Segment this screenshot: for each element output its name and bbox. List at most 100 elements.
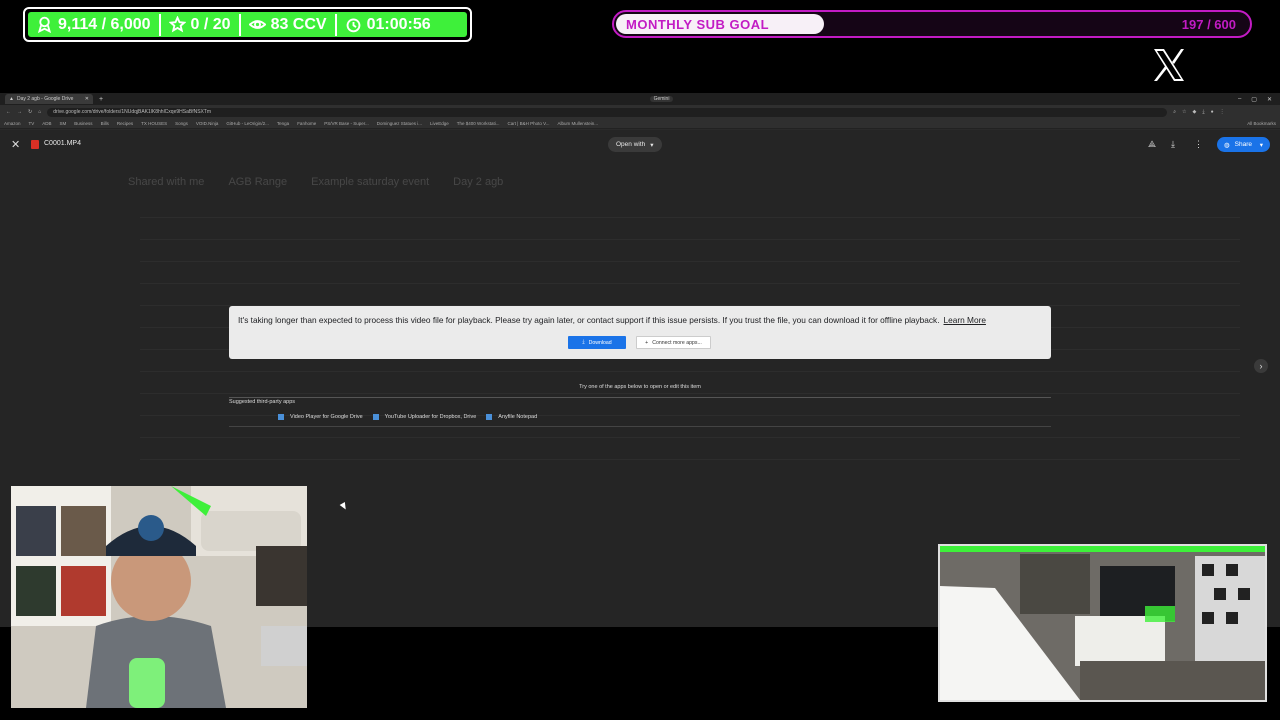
profile-icon[interactable]: ● (1211, 109, 1214, 115)
download-icon[interactable]: ⤓ (1202, 109, 1204, 115)
globe-icon: ◍ (1224, 141, 1230, 149)
app-video-player[interactable]: Video Player for Google Drive (278, 414, 363, 420)
bookmark-item[interactable]: Amazon (4, 121, 21, 126)
maximize-icon[interactable]: ▢ (1251, 96, 1257, 103)
bookmark-item[interactable]: Dominguez Statues i... (377, 121, 422, 126)
all-bookmarks[interactable]: All Bookmarks (1247, 121, 1276, 126)
app-icon (278, 414, 284, 420)
bookmark-item[interactable]: TX HOUSES (141, 121, 167, 126)
minimize-icon[interactable]: – (1238, 96, 1241, 103)
home-icon[interactable]: ⌂ (38, 109, 41, 115)
bookmark-item[interactable]: Album Mullenstein... (558, 121, 599, 126)
divider (229, 426, 1051, 427)
add-to-drive-icon[interactable]: ⟁ (1148, 139, 1156, 150)
streamer-webcam (11, 486, 307, 708)
table-row (140, 430, 1240, 438)
bookmark-item[interactable]: Cart | B&H Photo V... (507, 121, 549, 126)
bookmark-item[interactable]: Songs (175, 121, 188, 126)
app-icon (372, 414, 379, 420)
back-icon[interactable]: ← (6, 109, 11, 115)
url-text: drive.google.com/drive/folders/1NUdqjBAK… (53, 109, 212, 115)
tab-close-icon[interactable]: ✕ (85, 96, 89, 102)
reload-icon[interactable]: ↻ (28, 109, 32, 115)
viewer-stat: 83 CCV (241, 16, 335, 34)
bookmark-item[interactable]: Tenga (277, 121, 289, 126)
video-file-icon (31, 140, 39, 149)
star-count: 0 / 20 (190, 15, 231, 33)
viewer-count: 83 CCV (270, 15, 327, 33)
window-close-icon[interactable]: ✕ (1267, 96, 1272, 103)
bookmarks-bar: Amazon TV ADB SM Business Bills Recipes TX HOUS… (0, 119, 1280, 129)
bookmark-item[interactable]: TV (29, 121, 35, 126)
share-label: Share (1234, 141, 1253, 148)
sub-goal-bar: MONTHLY SUB GOAL 197 / 600 (612, 10, 1252, 38)
bookmark-item[interactable]: Recipes (117, 121, 133, 126)
learn-more-link[interactable]: Learn More (944, 315, 986, 325)
suggested-apps-title: Suggested third-party apps (229, 399, 296, 405)
share-button[interactable]: ◍ Share ▾ (1217, 137, 1270, 152)
processing-message-text: It's taking longer than expected to proc… (238, 315, 940, 325)
tab-drive[interactable]: ▲ Day 2 agb - Google Drive ✕ (5, 94, 93, 104)
table-row (140, 210, 1240, 218)
eye-icon (248, 20, 266, 29)
chevron-down-icon: ▾ (650, 141, 654, 149)
drive-favicon-icon: ▲ (9, 96, 14, 102)
star-stat: 0 / 20 (161, 16, 239, 34)
forward-icon[interactable]: → (17, 109, 22, 115)
try-apps-text: Try one of the apps below to open or edi… (579, 384, 701, 390)
bookmark-item[interactable]: The $400 Workstati... (457, 121, 500, 126)
bookmark-item[interactable]: Business (74, 121, 92, 126)
star-bookmark-icon[interactable]: ☆ (1182, 109, 1186, 115)
bookmark-item[interactable]: SM (60, 121, 67, 126)
bookmark-item[interactable]: Bills (101, 121, 109, 126)
url-field[interactable]: drive.google.com/drive/folders/1NUdqjBAK… (47, 107, 1168, 117)
award-icon (37, 16, 52, 33)
follower-count: 9,114 / 6,000 (58, 15, 151, 33)
x-logo-icon (1154, 49, 1184, 81)
bookmark-item[interactable]: LiveEdge (430, 121, 449, 126)
search-icon[interactable]: ⌕ (1173, 109, 1176, 115)
bookmark-item[interactable]: ADB (42, 121, 51, 126)
room-camera-image (940, 546, 1265, 700)
more-options-icon[interactable]: ⋮ (1194, 139, 1203, 150)
tab-strip: ▲ Day 2 agb - Google Drive ✕ + Gemini – … (0, 93, 1280, 105)
download-label: Download (588, 339, 612, 346)
open-with-label: Open with (616, 141, 646, 148)
tab-title: Day 2 agb - Google Drive (16, 96, 74, 102)
table-row (140, 298, 1240, 306)
bookmark-item[interactable]: VOID.Ninja (196, 121, 219, 126)
connect-apps-button[interactable]: + Connect more apps... (636, 336, 711, 349)
app-youtube-uploader[interactable]: YouTube Uploader for Dropbox, Drive (372, 414, 476, 420)
divider (229, 397, 1051, 398)
app-anyfile-notepad[interactable]: Anyfile Notepad (486, 414, 537, 420)
menu-icon[interactable]: ⋮ (1220, 109, 1225, 115)
new-tab-button[interactable]: + (99, 96, 103, 103)
close-viewer-icon[interactable]: ✕ (11, 138, 20, 151)
open-with-button[interactable]: Open with ▾ (608, 137, 662, 152)
plus-icon: + (645, 339, 649, 346)
table-row (140, 276, 1240, 284)
breadcrumb-item: Example saturday event (311, 176, 430, 188)
processing-message: It's taking longer than expected to proc… (238, 315, 986, 325)
bookmark-item[interactable]: PS/VR Base - Super... (324, 121, 369, 126)
sub-goal-count: 197 / 600 (1181, 17, 1236, 32)
chevron-right-icon: › (1259, 361, 1263, 371)
bookmark-item[interactable]: GitHub - LeOrigin/2... (226, 121, 269, 126)
extension-icon[interactable]: ◆ (1193, 109, 1197, 115)
breadcrumb-item: AGB Range (228, 176, 288, 188)
download-button[interactable]: ⤓ Download (568, 336, 626, 349)
next-file-button[interactable]: › (1254, 359, 1268, 373)
breadcrumb-item: Shared with me (128, 176, 205, 188)
extension-icons: ⌕ ☆ ◆ ⤓ ● ⋮ (1173, 109, 1224, 115)
bookmark-item[interactable]: Fanhome (297, 121, 316, 126)
processing-message-box: It's taking longer than expected to proc… (229, 306, 1051, 359)
app-label: Anyfile Notepad (498, 414, 538, 420)
chevron-down-icon: ▾ (1259, 141, 1263, 149)
app-icon (486, 414, 493, 420)
sub-goal-label: MONTHLY SUB GOAL (626, 17, 770, 32)
room-camera (938, 544, 1267, 702)
uptime-value: 01:00:56 (366, 15, 431, 33)
gemini-button[interactable]: Gemini (649, 96, 674, 102)
uptime-stat: 01:00:56 (337, 16, 439, 34)
download-file-icon[interactable]: ⤓ (1171, 139, 1175, 150)
